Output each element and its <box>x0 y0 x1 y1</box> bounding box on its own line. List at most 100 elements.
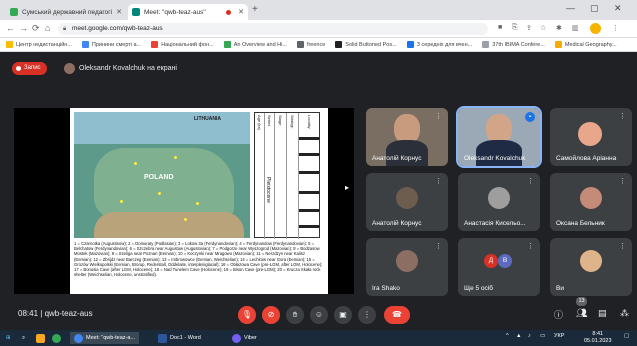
strat-column <box>287 113 299 239</box>
share-icon[interactable]: ⇪ <box>526 24 532 32</box>
participant-tile[interactable]: ⋮ Ira Shako <box>366 238 448 296</box>
translate-icon[interactable]: ⎘ <box>512 24 518 32</box>
participant-avatar <box>488 187 510 209</box>
sidebar-icon[interactable]: ▥ <box>572 24 579 32</box>
map-site-marker <box>134 162 137 165</box>
map-site-marker <box>196 202 199 205</box>
bookmark-item[interactable]: An Overview and Hi... <box>223 41 287 48</box>
minimize-icon[interactable]: — <box>566 3 575 13</box>
file-explorer-icon[interactable] <box>36 332 45 344</box>
bookmark-label: freence <box>306 41 326 48</box>
search-icon[interactable]: ⌕ <box>22 332 25 344</box>
notifications-icon[interactable]: ▢ <box>624 333 629 339</box>
home-icon[interactable]: ⌂ <box>45 23 50 33</box>
recording-indicator[interactable]: Запис <box>12 62 47 75</box>
participant-tile-active-speaker[interactable]: ▪ Oleksandr Kovalchuk <box>456 106 542 168</box>
volume-icon[interactable]: ♪ <box>528 333 531 339</box>
bookmark-favicon-icon <box>335 41 343 48</box>
recording-dot-icon <box>226 9 232 15</box>
microphone-off-button[interactable]: 🎙︎ <box>238 306 256 324</box>
windows-start-icon[interactable]: ⊞ <box>6 332 11 344</box>
leave-call-button[interactable]: ☎︎ <box>384 306 410 324</box>
participant-initial: В <box>498 254 512 268</box>
bookmark-item[interactable]: 37th IBIMA Confere... <box>482 41 545 48</box>
strat-header: Age (ka) <box>257 115 262 131</box>
raise-hand-button[interactable]: ✋︎ <box>286 306 304 324</box>
mic-off-icon: ⋮ <box>619 113 626 120</box>
close-window-icon[interactable]: ✕ <box>614 3 622 14</box>
close-tab-icon[interactable]: ✕ <box>238 8 244 16</box>
reload-icon[interactable]: ⟳ <box>32 23 40 34</box>
participant-avatar <box>578 122 602 146</box>
profile-avatar-icon[interactable] <box>590 23 601 34</box>
maximize-icon[interactable]: ▢ <box>590 3 599 14</box>
mouse-cursor-icon: ▸ <box>345 183 350 192</box>
bookmark-favicon-icon <box>482 41 490 48</box>
shared-slide: LITHUANIA POLAND Age (ka) Series Stage S… <box>70 108 328 294</box>
new-tab-icon[interactable]: + <box>252 4 258 15</box>
chrome-icon[interactable] <box>52 332 61 344</box>
meeting-details-icon[interactable]: ⓘ <box>554 308 563 321</box>
participant-name: Oleksandr Kovalchuk <box>464 155 526 162</box>
participant-tile[interactable]: ⋮ Самойлова Аріанна <box>550 108 632 166</box>
participant-tile-self[interactable]: ⋮ Ви <box>550 238 632 296</box>
tab-label: Сумський державний педагогі <box>22 8 113 16</box>
participant-tile[interactable]: ⋮ Анатолій Корнус <box>366 173 448 231</box>
emoji-reaction-button[interactable]: ☺ <box>310 306 328 324</box>
strat-mark <box>299 209 319 212</box>
bookmark-star-icon[interactable]: ☆ <box>540 24 546 32</box>
tab-label: Meet: "qwb-teaz-aus" <box>144 8 206 16</box>
word-app-icon <box>158 333 167 343</box>
taskbar-item-word[interactable]: Doc1 - Word <box>158 332 201 344</box>
present-screen-button[interactable]: ▣ <box>334 306 352 324</box>
bookmark-favicon-icon <box>406 41 414 48</box>
meeting-time: 08:41 <box>18 309 39 318</box>
os-taskbar: ⊞ ⌕ Meet: "qwb-teaz-a... Doc1 - Word Vib… <box>0 330 637 346</box>
recording-label: Запис <box>24 65 41 71</box>
browser-menu-icon[interactable]: ⋮ <box>612 24 619 32</box>
keyboard-language[interactable]: УКР <box>554 333 564 339</box>
bookmark-item[interactable]: Medical Geography... <box>554 41 617 48</box>
taskbar-clock[interactable]: 8:41 05.01.2023 <box>584 331 612 344</box>
bookmark-favicon-icon <box>151 41 159 48</box>
bookmark-item[interactable]: З середніх для вчен... <box>406 41 472 48</box>
activities-icon[interactable]: ⁂ <box>620 308 629 319</box>
more-options-button[interactable]: ⋮ <box>358 306 376 324</box>
network-icon[interactable]: ▲ <box>516 333 521 339</box>
participant-tile[interactable]: ⋮ Оксана Бельник <box>550 173 632 231</box>
tray-expand-icon[interactable]: ^ <box>506 333 509 339</box>
camera-off-button[interactable]: ⊘ <box>262 306 280 324</box>
presentation-stage[interactable]: LITHUANIA POLAND Age (ka) Series Stage S… <box>14 108 354 294</box>
participant-body <box>386 140 428 166</box>
camera-in-use-icon[interactable]: ■ <box>498 24 502 31</box>
bookmark-item[interactable]: Центр недистанційн... <box>6 41 72 48</box>
bookmark-item[interactable]: Національний фон... <box>151 41 214 48</box>
participant-tile[interactable]: ⋮ Анатолій Корнус <box>366 108 448 166</box>
close-tab-icon[interactable]: ✕ <box>116 8 122 16</box>
extensions-icon[interactable]: ✱ <box>556 24 562 32</box>
taskbar-item-meet[interactable]: Meet: "qwb-teaz-a... <box>70 332 140 344</box>
people-icon[interactable]: 👥︎ <box>576 308 587 319</box>
chat-icon[interactable]: ▤ <box>598 308 607 319</box>
participant-count-badge: 13 <box>576 297 587 306</box>
browser-tab-university[interactable]: Сумський державний педагогі ✕ <box>6 4 126 20</box>
battery-icon[interactable]: ▭ <box>540 333 545 339</box>
bookmark-label: Medical Geography... <box>564 41 617 48</box>
bookmark-item[interactable]: Solid Buttoned Pos... <box>335 41 397 48</box>
participant-tile[interactable]: ⋮ Анастасія Кисельо... <box>458 173 540 231</box>
url-field[interactable]: 🔒︎ meet.google.com/qwb-teaz-aus <box>58 23 488 35</box>
forward-icon[interactable]: → <box>19 23 28 33</box>
bookmark-item[interactable]: freence <box>296 41 326 48</box>
participant-tile-group[interactable]: Д В ⋮ Ще 5 осіб <box>458 238 540 296</box>
participant-name: Ще 5 осіб <box>464 285 493 292</box>
back-icon[interactable]: ← <box>6 23 15 33</box>
bookmark-favicon-icon <box>296 41 304 48</box>
bookmark-item[interactable]: Принини смерті а... <box>81 41 141 48</box>
speaking-indicator-icon: ▪ <box>525 112 535 122</box>
taskbar-item-viber[interactable]: Viber <box>232 332 257 344</box>
participant-name: Оксана Бельник <box>556 220 605 227</box>
url-text: meet.google.com/qwb-teaz-aus <box>72 25 163 32</box>
bookmarks-bar: Центр недистанційн... Принини смерті а..… <box>0 38 637 52</box>
browser-tab-meet[interactable]: Meet: "qwb-teaz-aus" ✕ <box>128 4 248 20</box>
mic-off-icon: ⋮ <box>619 243 626 250</box>
